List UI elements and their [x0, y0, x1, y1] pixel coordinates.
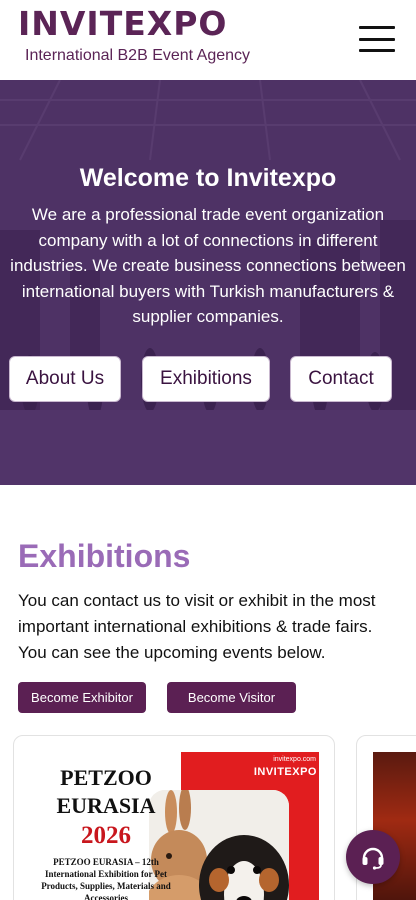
poster-title-line-2: EURASIA: [56, 793, 156, 818]
contact-button[interactable]: Contact: [290, 356, 392, 402]
exhibitions-description: You can contact us to visit or exhibit i…: [18, 591, 376, 662]
poster-brand: INVITEXPO: [253, 766, 317, 778]
exhibition-poster[interactable]: invitexpo.com INVITEXPO PETZOO EURASIA 2…: [31, 752, 319, 900]
hamburger-menu-icon[interactable]: [356, 22, 398, 56]
site-header: INVITEXPO International B2B Event Agency: [0, 0, 416, 80]
poster-title-line-1: PETZOO: [60, 765, 152, 790]
chat-support-button[interactable]: [346, 830, 400, 884]
become-exhibitor-button[interactable]: Become Exhibitor: [18, 682, 146, 713]
logo-subtitle: International B2B Event Agency: [25, 47, 251, 64]
poster-url: invitexpo.com: [273, 756, 316, 763]
hero-section: Welcome to Invitexpo We are a profession…: [0, 80, 416, 485]
menu-line: [359, 26, 395, 29]
exhibition-card[interactable]: invitexpo.com INVITEXPO PETZOO EURASIA 2…: [13, 735, 335, 900]
menu-line: [359, 37, 395, 41]
poster-title: PETZOO EURASIA: [31, 764, 181, 820]
hero-description: We are a professional trade event organi…: [10, 205, 406, 326]
headset-support-icon: [362, 847, 384, 870]
hero-title: Welcome to Invitexpo: [79, 164, 337, 192]
exhibitions-heading: Exhibitions: [18, 538, 191, 574]
become-visitor-button[interactable]: Become Visitor: [167, 682, 296, 713]
logo-title[interactable]: INVITEXPO: [18, 4, 227, 43]
poster-year: 2026: [81, 822, 131, 849]
exhibitions-button[interactable]: Exhibitions: [142, 356, 270, 402]
about-us-button[interactable]: About Us: [9, 356, 121, 402]
poster-description: PETZOO EURASIA – 12th International Exhi…: [41, 857, 171, 900]
menu-line: [359, 49, 395, 52]
